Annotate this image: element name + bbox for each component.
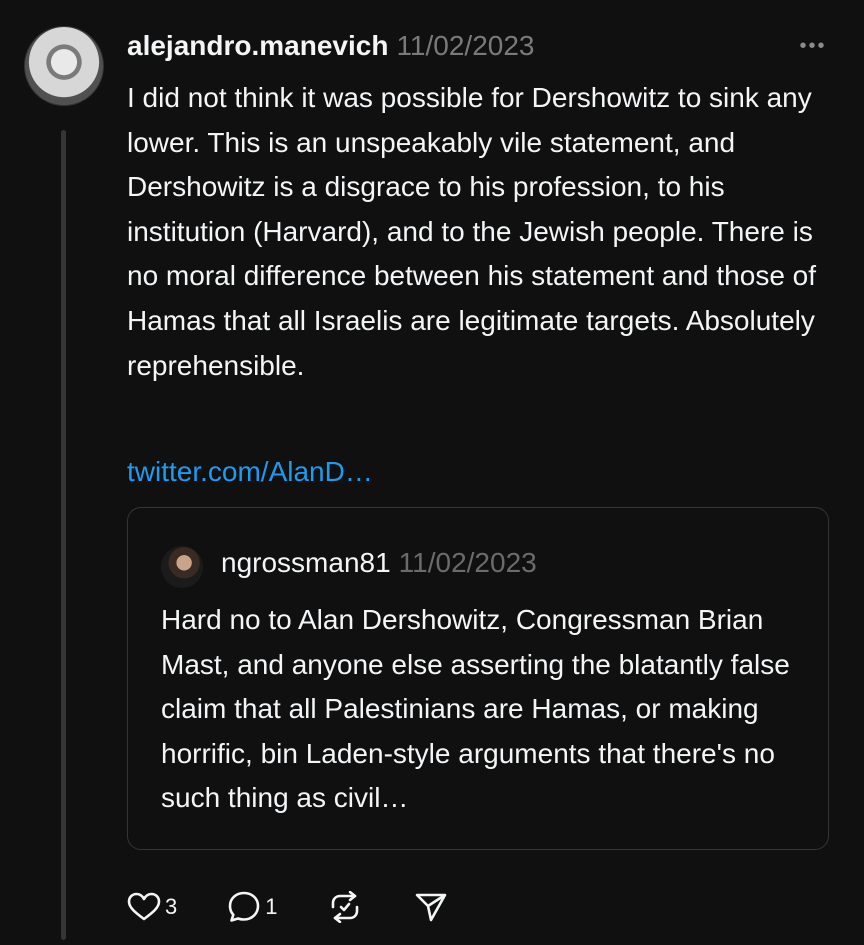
repost-icon <box>331 891 358 923</box>
repost-button[interactable] <box>328 891 362 923</box>
quoted-post-header: ngrossman81 11/02/2023 <box>221 545 537 581</box>
post-header: alejandro.manevich 11/02/2023 <box>127 28 535 64</box>
reply-button[interactable]: 1 <box>227 891 278 923</box>
like-count: 3 <box>165 894 178 919</box>
share-icon <box>415 893 446 922</box>
author-avatar[interactable] <box>24 26 104 106</box>
reply-icon <box>228 891 260 922</box>
like-button[interactable]: 3 <box>127 892 177 922</box>
quoted-post-text: Hard no to Alan Dershowitz, Congressman … <box>161 604 790 814</box>
quoted-author-avatar[interactable] <box>161 546 203 588</box>
quoted-post-date: 11/02/2023 <box>398 547 537 578</box>
thread-line <box>61 130 66 940</box>
more-options-icon[interactable]: ••• <box>793 36 833 56</box>
post-actions-bar: 3 1 <box>127 885 448 929</box>
post-text: I did not think it was possible for Ders… <box>127 82 817 381</box>
share-button[interactable] <box>414 891 448 923</box>
post-link[interactable]: twitter.com/AlanD… <box>127 452 373 492</box>
heart-icon <box>127 892 161 921</box>
reply-count: 1 <box>265 894 278 919</box>
quoted-post-card[interactable]: ngrossman81 11/02/2023 Hard no to Alan De… <box>127 507 829 850</box>
author-username[interactable]: alejandro.manevich <box>127 30 388 61</box>
post-date: 11/02/2023 <box>396 30 535 61</box>
quoted-author-username[interactable]: ngrossman81 <box>221 547 391 578</box>
